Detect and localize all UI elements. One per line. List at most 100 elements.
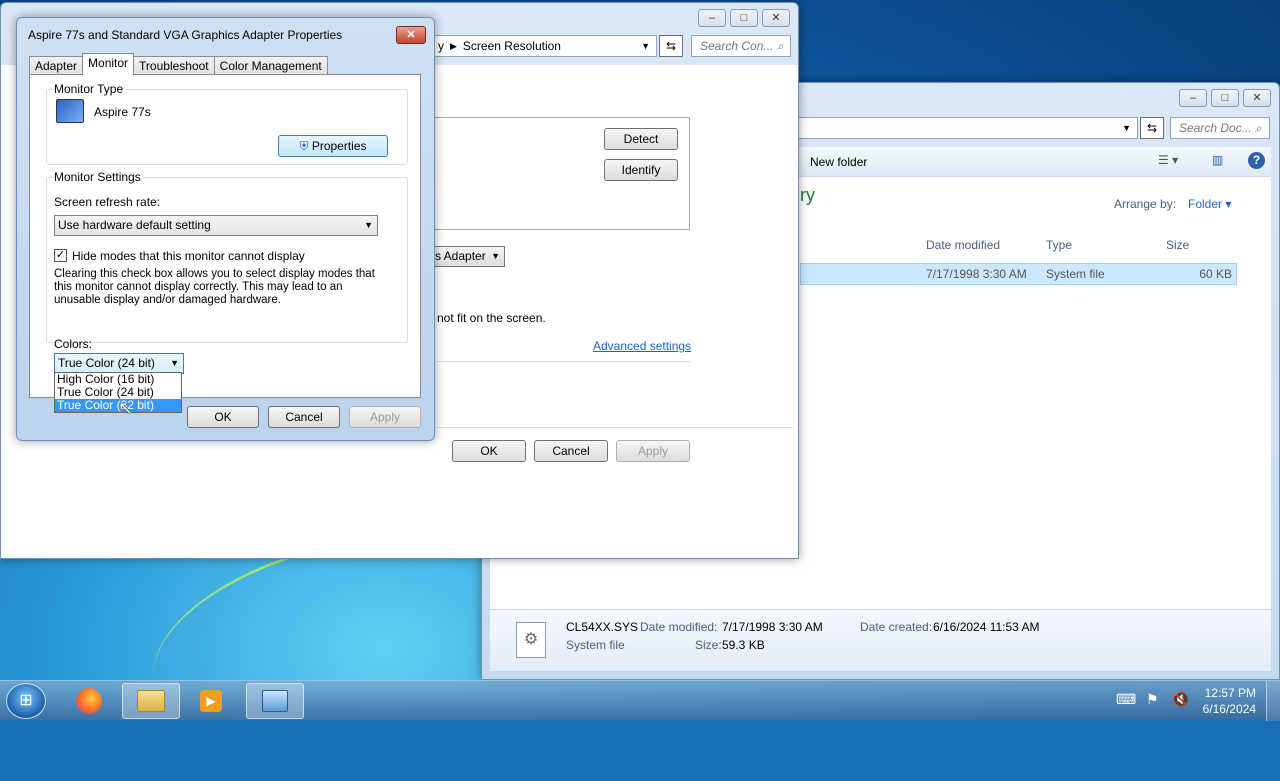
explorer-caption-buttons: – □ ✕ — [1179, 89, 1271, 107]
clock-time: 12:57 PM — [1204, 686, 1256, 700]
divider — [437, 361, 691, 362]
monitor-type-label: Monitor Type — [52, 82, 126, 96]
details-filetype: System file — [566, 638, 625, 652]
taskbar: ⊞ ▶ ⌨ ⚑ 🔇 12:57 PM 6/16/2024 — [0, 680, 1280, 721]
tab-color-management[interactable]: Color Management — [213, 56, 328, 75]
properties-button[interactable]: ⛨ Properties — [278, 135, 388, 157]
help-icon[interactable]: ? — [1248, 152, 1265, 169]
chevron-down-icon: ▼ — [170, 358, 179, 368]
breadcrumb-separator: ▶ — [450, 40, 457, 51]
monitor-name: Aspire 77s — [94, 105, 151, 119]
ok-button[interactable]: OK — [452, 440, 526, 462]
chevron-down-icon: ▼ — [491, 251, 500, 261]
details-date-created: 6/16/2024 11:53 AM — [933, 620, 1040, 634]
detect-button[interactable]: Detect — [604, 128, 678, 150]
apply-button[interactable]: Apply — [616, 440, 690, 462]
minimize-button[interactable]: – — [698, 9, 726, 27]
mouse-cursor-icon: ↖ — [118, 398, 134, 418]
preview-pane-icon[interactable]: ▥ — [1212, 153, 1223, 167]
close-button[interactable]: ✕ — [762, 9, 790, 27]
firefox-icon — [76, 688, 102, 714]
control-panel-icon — [262, 690, 288, 712]
row-size: 60 KB — [1199, 267, 1232, 281]
ok-button[interactable]: OK — [187, 406, 259, 428]
screenres-caption-buttons: – □ ✕ — [698, 9, 790, 27]
advanced-settings-link[interactable]: Advanced settings — [593, 339, 691, 353]
display-select[interactable]: s Adapter ▼ — [431, 246, 505, 267]
row-type: System file — [1046, 267, 1105, 281]
monitor-settings-label: Monitor Settings — [52, 170, 143, 184]
arrange-label: Arrange by: — [1114, 197, 1177, 211]
explorer-address-bar[interactable]: ▼ — [792, 117, 1138, 139]
hide-modes-description: Clearing this check box allows you to se… — [54, 268, 375, 306]
column-size[interactable]: Size — [1166, 238, 1189, 252]
chevron-down-icon: ▼ — [1122, 123, 1131, 133]
details-date-modified: 7/17/1998 3:30 AM — [722, 620, 823, 634]
show-desktop-button[interactable] — [1266, 681, 1280, 721]
details-size: 59.3 KB — [722, 638, 765, 652]
details-filename: CL54XX.SYS — [566, 620, 639, 634]
details-date-modified-label: Date modified: — [640, 620, 718, 634]
breadcrumb-screen-resolution[interactable]: Screen Resolution — [463, 39, 561, 53]
folder-icon — [137, 690, 165, 712]
views-icon[interactable]: ☰ ▾ — [1158, 153, 1178, 167]
clock-date: 6/16/2024 — [1202, 702, 1256, 716]
refresh-rate-label: Screen refresh rate: — [54, 195, 161, 209]
tab-monitor[interactable]: Monitor — [82, 53, 135, 75]
close-button[interactable]: ✕ — [396, 26, 426, 44]
library-title: ry — [800, 185, 815, 205]
keyboard-icon[interactable]: ⌨ — [1116, 691, 1136, 708]
tab-troubleshoot[interactable]: Troubleshoot — [133, 56, 215, 75]
new-folder-button[interactable]: New folder — [810, 155, 867, 169]
refresh-rate-select[interactable]: Use hardware default setting ▼ — [54, 215, 378, 236]
search-icon: ⌕ — [1255, 121, 1262, 135]
breadcrumb-fragment: y — [438, 39, 444, 53]
identify-button[interactable]: Identify — [604, 159, 678, 181]
colors-select[interactable]: True Color (24 bit) ▼ — [54, 353, 184, 374]
cancel-button[interactable]: Cancel — [268, 406, 340, 428]
details-date-created-label: Date created: — [860, 620, 933, 634]
refresh-button[interactable]: ⇆ — [1140, 117, 1164, 139]
close-button[interactable]: ✕ — [1243, 89, 1271, 107]
cancel-button[interactable]: Cancel — [534, 440, 608, 462]
screenres-address-bar[interactable]: y ▶ Screen Resolution ▼ — [421, 35, 657, 57]
tab-adapter[interactable]: Adapter — [29, 56, 84, 75]
shield-icon: ⛨ — [299, 139, 309, 153]
apply-button[interactable]: Apply — [349, 406, 421, 428]
table-row[interactable]: 7/17/1998 3:30 AM System file 60 KB — [800, 263, 1237, 285]
column-date-modified[interactable]: Date modified — [926, 238, 1000, 252]
system-clock[interactable]: 12:57 PM 6/16/2024 — [1203, 685, 1256, 717]
minimize-button[interactable]: – — [1179, 89, 1207, 107]
row-date: 7/17/1998 3:30 AM — [926, 267, 1027, 281]
maximize-button[interactable]: □ — [1211, 89, 1239, 107]
chevron-down-icon: ▼ — [364, 220, 373, 230]
taskbar-media-player[interactable]: ▶ — [182, 683, 240, 719]
column-type[interactable]: Type — [1046, 238, 1072, 252]
colors-label: Colors: — [54, 337, 93, 351]
dialog-title: Aspire 77s and Standard VGA Graphics Ada… — [28, 28, 343, 42]
not-fit-text: not fit on the screen. — [437, 311, 546, 325]
hide-modes-label: Hide modes that this monitor cannot disp… — [72, 249, 305, 263]
screenres-search-input[interactable]: Search Con... ⌕ — [691, 35, 791, 57]
monitor-icon — [56, 99, 84, 123]
search-icon: ⌕ — [776, 39, 784, 53]
refresh-icon: ⇆ — [665, 39, 677, 53]
file-icon: ⚙ — [516, 622, 546, 658]
refresh-icon: ⇆ — [1146, 121, 1158, 135]
tab-bar: Adapter Monitor Troubleshoot Color Manag… — [29, 53, 328, 75]
action-center-icon[interactable]: ⚑ — [1146, 691, 1159, 708]
details-size-label: Size: — [695, 638, 722, 652]
volume-muted-icon[interactable]: 🔇 — [1172, 691, 1189, 708]
maximize-button[interactable]: □ — [730, 9, 758, 27]
explorer-search-input[interactable]: Search Doc... ⌕ — [1170, 117, 1270, 139]
start-button[interactable]: ⊞ — [6, 683, 46, 719]
taskbar-firefox[interactable] — [60, 683, 118, 719]
taskbar-control-panel[interactable] — [246, 683, 304, 719]
chevron-down-icon: ▼ — [641, 41, 650, 51]
media-player-icon: ▶ — [200, 690, 222, 712]
arrange-dropdown[interactable]: Folder ▾ — [1188, 197, 1231, 211]
taskbar-explorer[interactable] — [122, 683, 180, 719]
hide-modes-checkbox[interactable]: ✓ — [54, 249, 67, 262]
refresh-button[interactable]: ⇆ — [659, 35, 683, 57]
monitor-tab-panel: Monitor Type Aspire 77s ⛨ Properties Mon… — [29, 74, 421, 398]
